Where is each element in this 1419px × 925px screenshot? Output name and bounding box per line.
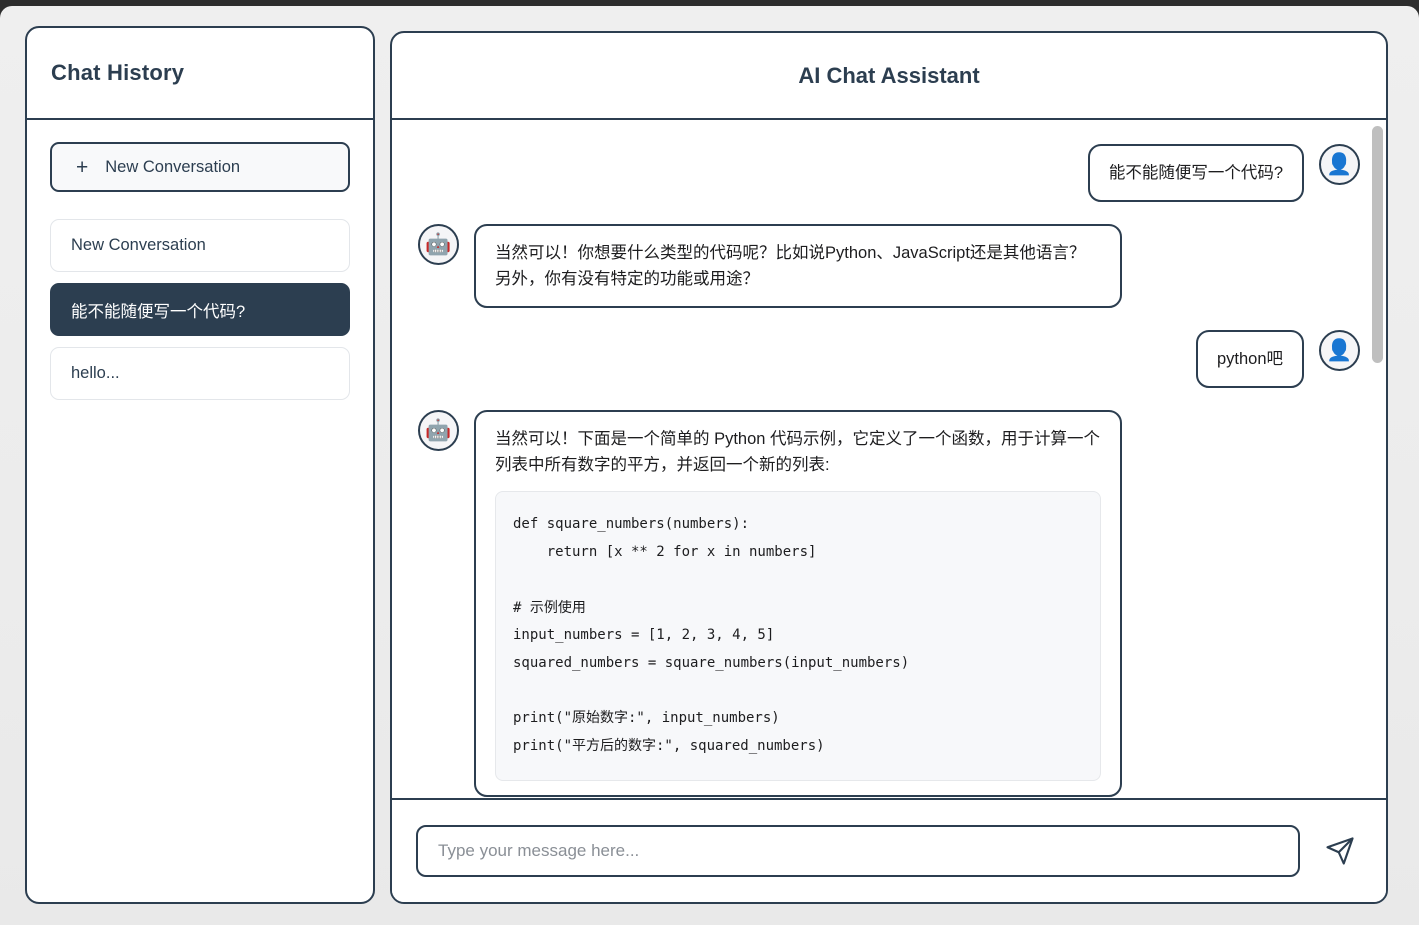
sidebar-header: Chat History (27, 28, 373, 120)
message-bubble-user-0: 能不能随便写一个代码? (1087, 144, 1304, 203)
message-row-user-2: python吧 👤 (418, 330, 1360, 389)
messages-list: 能不能随便写一个代码? 👤 🤖 当然可以！你想要什么类型的代码呢？比如说Pyth… (392, 122, 1386, 797)
composer-bar (392, 798, 1386, 902)
plus-icon: + (76, 155, 89, 179)
page-surface: Chat History + New Conversation New Conv… (0, 6, 1419, 925)
send-paper-plane-icon (1326, 837, 1354, 865)
sidebar-title: Chat History (51, 60, 185, 85)
robot-avatar-icon: 🤖 (418, 224, 459, 266)
send-button[interactable] (1318, 829, 1362, 873)
message-row-user-0: 能不能随便写一个代码? 👤 (418, 144, 1360, 203)
chat-header: AI Chat Assistant (392, 33, 1386, 120)
message-bubble-user-2: python吧 (1195, 330, 1304, 389)
sidebar-body: + New Conversation New Conversation 能不能随… (27, 120, 373, 400)
chat-panel: AI Chat Assistant 能不能随便写一个代码? 👤 🤖 当然可以！你… (390, 31, 1388, 904)
conversation-item-0[interactable]: New Conversation (50, 219, 350, 272)
messages-area[interactable]: 能不能随便写一个代码? 👤 🤖 当然可以！你想要什么类型的代码呢？比如说Pyth… (392, 122, 1386, 800)
chat-title: AI Chat Assistant (798, 62, 980, 88)
new-conversation-label: New Conversation (105, 157, 241, 176)
message-row-assistant-3: 🤖 当然可以！下面是一个简单的 Python 代码示例，它定义了一个函数，用于计… (418, 410, 1360, 797)
new-conversation-button[interactable]: + New Conversation (50, 142, 350, 192)
message-row-assistant-1: 🤖 当然可以！你想要什么类型的代码呢？比如说Python、JavaScript还… (418, 224, 1360, 309)
conversation-item-1[interactable]: 能不能随便写一个代码? (50, 283, 350, 336)
message-text-assistant-3: 当然可以！下面是一个简单的 Python 代码示例，它定义了一个函数，用于计算一… (495, 430, 1101, 475)
robot-avatar-icon: 🤖 (418, 410, 459, 452)
user-avatar-icon: 👤 (1319, 144, 1360, 185)
message-bubble-assistant-1: 当然可以！你想要什么类型的代码呢？比如说Python、JavaScript还是其… (474, 224, 1122, 309)
message-input[interactable] (416, 825, 1300, 877)
chat-history-sidebar: Chat History + New Conversation New Conv… (25, 26, 375, 904)
messages-scrollbar-thumb[interactable] (1372, 126, 1383, 363)
message-bubble-assistant-3: 当然可以！下面是一个简单的 Python 代码示例，它定义了一个函数，用于计算一… (474, 410, 1122, 797)
code-block-python: def square_numbers(numbers): return [x *… (495, 491, 1101, 781)
conversation-list: New Conversation 能不能随便写一个代码? hello... (50, 219, 350, 400)
chat-application: Chat History + New Conversation New Conv… (0, 6, 1419, 925)
conversation-item-2[interactable]: hello... (50, 347, 350, 400)
user-avatar-icon: 👤 (1319, 330, 1360, 372)
